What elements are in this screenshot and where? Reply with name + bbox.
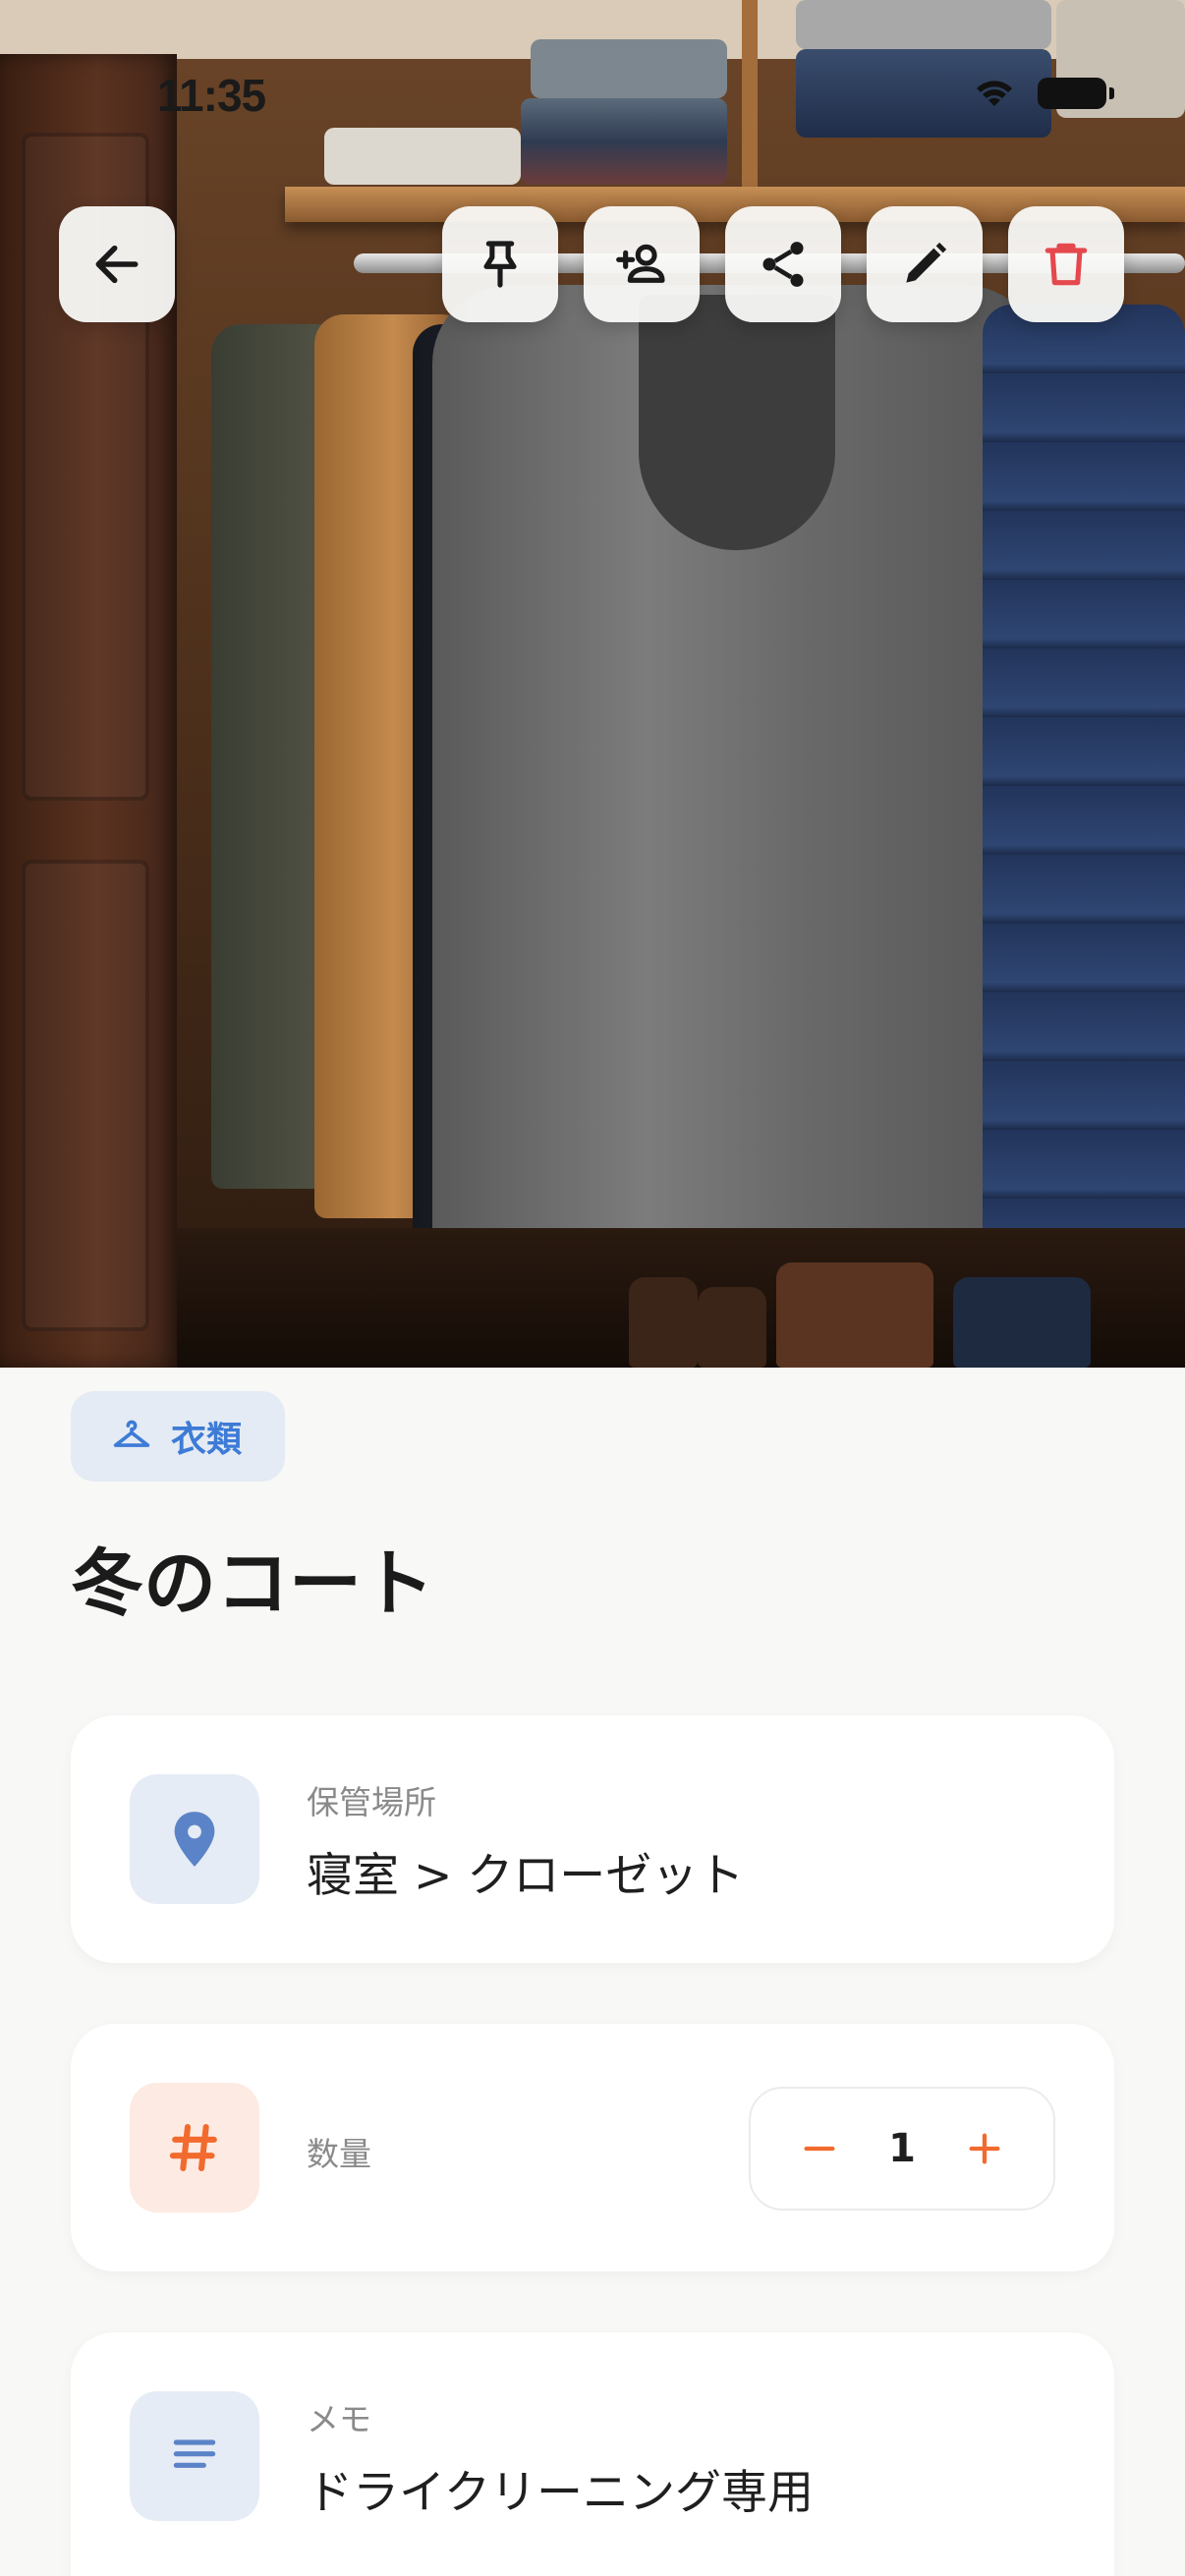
photo-folded-stack [521, 98, 727, 185]
quantity-value: 1 [888, 2126, 916, 2171]
item-photo [0, 0, 1185, 1368]
photo-shoe [629, 1277, 698, 1368]
battery-icon [1038, 78, 1114, 109]
quantity-label: 数量 [307, 2135, 371, 2173]
minus-icon [804, 2146, 835, 2152]
pin-icon [483, 241, 517, 288]
photo-folded-stack [796, 0, 1051, 49]
back-button[interactable] [59, 206, 175, 322]
photo-bag [776, 1262, 933, 1368]
photo-bag [953, 1277, 1091, 1368]
photo-shoe [698, 1287, 766, 1368]
plus-icon [969, 2133, 1000, 2164]
category-label: 衣類 [171, 1420, 243, 1460]
add-person-button[interactable] [584, 206, 700, 322]
status-icons [973, 77, 1114, 110]
hanger-icon [113, 1420, 150, 1447]
memo-label: メモ [307, 2400, 371, 2438]
pin-button[interactable] [442, 206, 558, 322]
share-button[interactable] [725, 206, 841, 322]
item-detail-screen: 11:35 衣類 冬のコート 保管場所 寝室 > クローゼット 数量 1 メモ … [0, 0, 1185, 2576]
photo-folded-stack [531, 39, 727, 98]
delete-button[interactable] [1008, 206, 1124, 322]
share-icon [762, 242, 804, 287]
status-time: 11:35 [157, 70, 266, 121]
photo-puffer-jacket [983, 305, 1185, 1267]
memo-icon-box [130, 2391, 259, 2521]
increment-button[interactable] [955, 2119, 1014, 2178]
location-label: 保管場所 [307, 1783, 436, 1821]
photo-coat-collar [639, 295, 835, 550]
photo-shelf-divider [742, 0, 758, 196]
arrow-left-icon [95, 245, 139, 284]
memo-card[interactable]: メモ ドライクリーニング専用 [71, 2332, 1114, 2576]
item-title: 冬のコート [71, 1541, 434, 1626]
location-value: 寝室 > クローゼット [307, 1849, 745, 1903]
location-pin-icon [174, 1812, 215, 1867]
memo-value: ドライクリーニング専用 [307, 2466, 815, 2520]
trash-icon [1044, 243, 1088, 286]
pencil-icon [906, 242, 947, 283]
quantity-stepper[interactable]: 1 [749, 2087, 1055, 2211]
quantity-icon-box [130, 2083, 259, 2212]
decrement-button[interactable] [790, 2119, 849, 2178]
photo-folded-stack [324, 128, 521, 185]
hash-icon [169, 2123, 217, 2172]
wifi-icon [977, 81, 1012, 106]
location-icon-box [130, 1774, 259, 1904]
quantity-card: 数量 1 [71, 2024, 1114, 2271]
notes-lines-icon [173, 2439, 216, 2468]
person-add-icon [616, 244, 665, 283]
location-card[interactable]: 保管場所 寝室 > クローゼット [71, 1715, 1114, 1963]
edit-button[interactable] [867, 206, 983, 322]
category-chip[interactable]: 衣類 [71, 1391, 286, 1482]
